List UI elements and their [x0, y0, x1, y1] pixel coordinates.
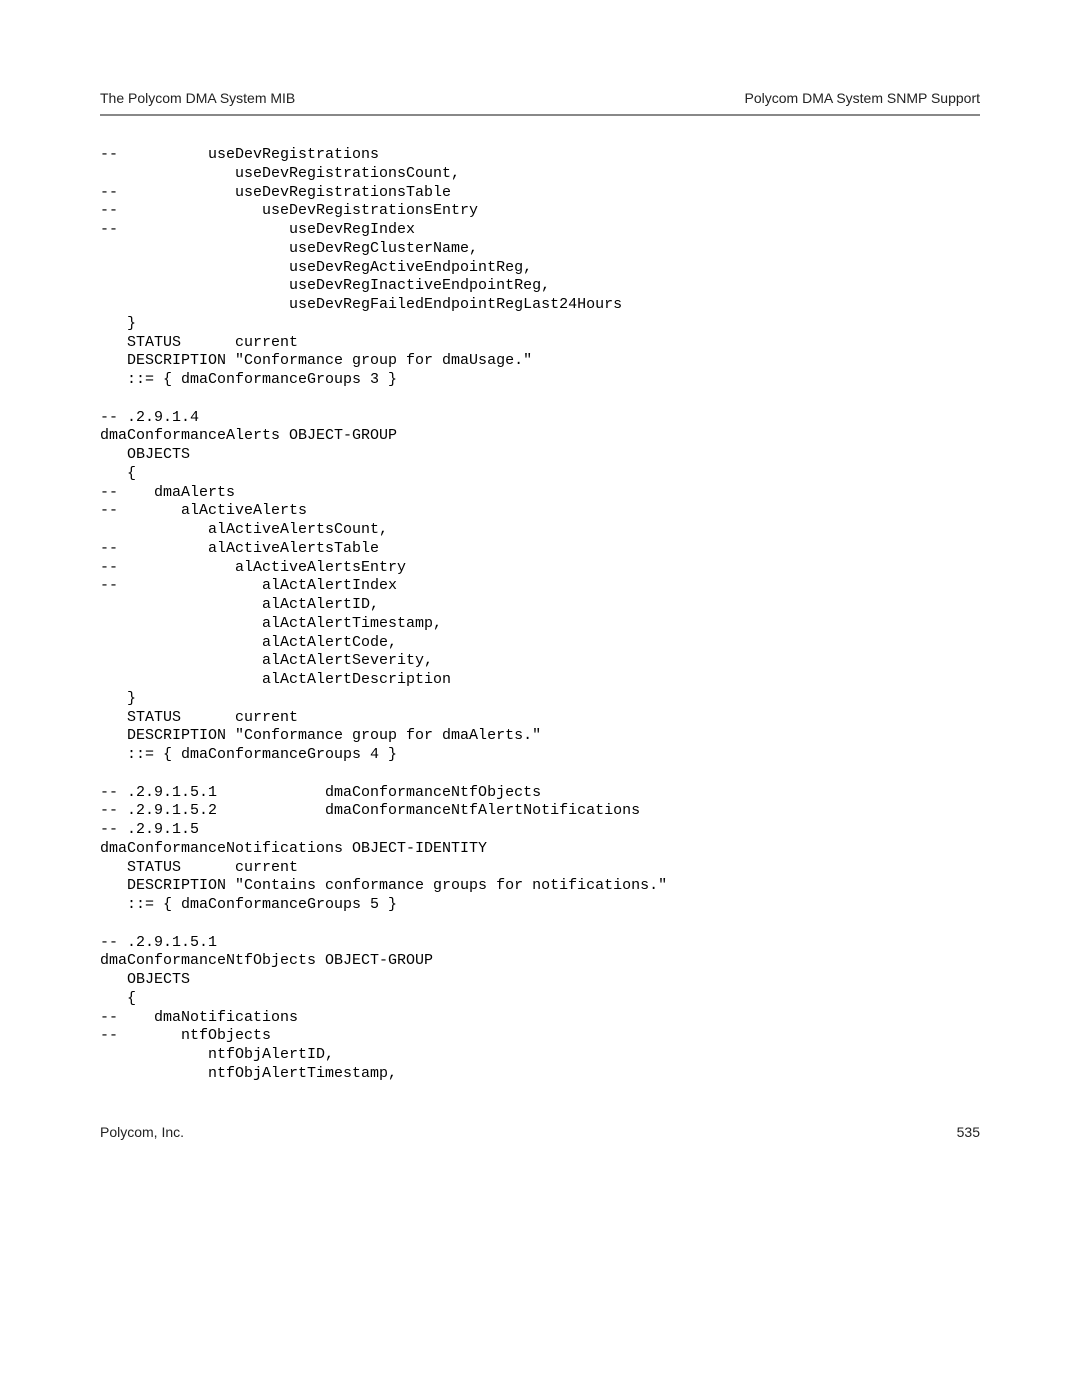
document-page: The Polycom DMA System MIB Polycom DMA S…	[0, 0, 1080, 1180]
header-right: Polycom DMA System SNMP Support	[745, 90, 980, 106]
page-footer: Polycom, Inc. 535	[100, 1124, 980, 1140]
header-rule	[100, 114, 980, 116]
mib-code-block: -- useDevRegistrations useDevRegistratio…	[100, 146, 980, 1084]
footer-page-number: 535	[957, 1124, 980, 1140]
footer-left: Polycom, Inc.	[100, 1124, 184, 1140]
header-left: The Polycom DMA System MIB	[100, 90, 295, 106]
page-header: The Polycom DMA System MIB Polycom DMA S…	[100, 90, 980, 114]
